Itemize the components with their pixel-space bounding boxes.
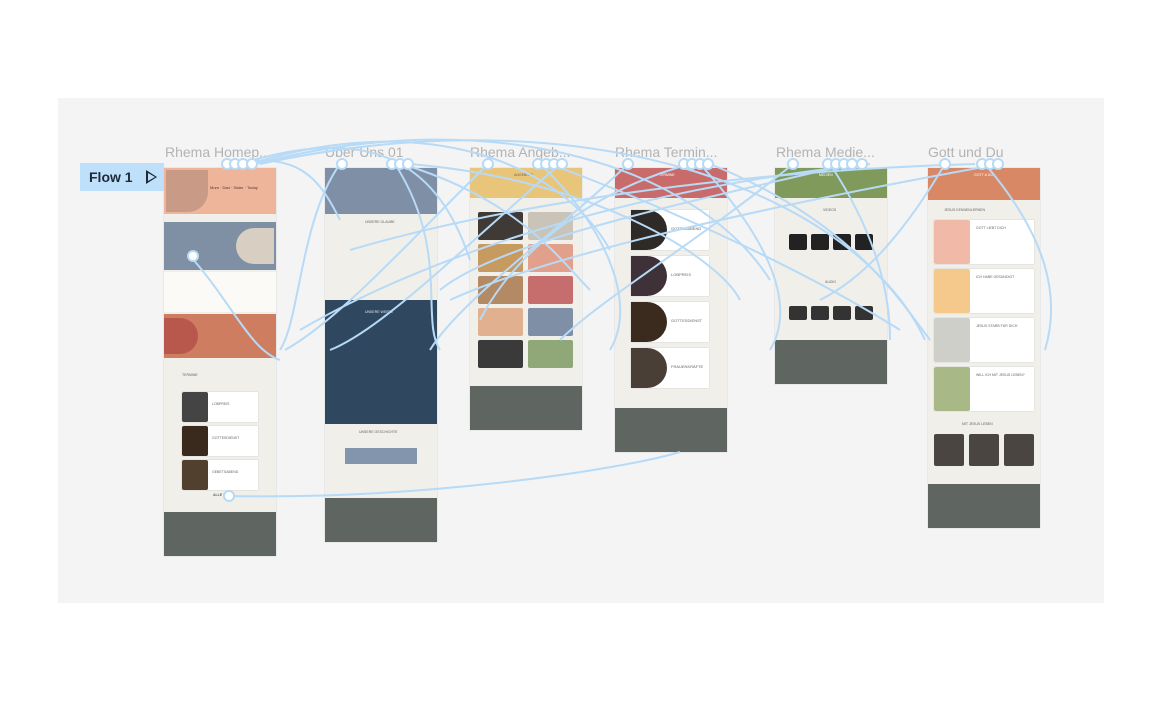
connection-wire — [984, 163, 1053, 351]
connection-wire — [239, 146, 471, 261]
connection-wire — [228, 451, 681, 498]
connection-wire — [479, 163, 691, 321]
prototype-connections — [187, 138, 1053, 502]
connection-wire — [709, 163, 931, 341]
connection-wire — [249, 140, 611, 251]
connection-wire — [279, 163, 341, 351]
connection-wire — [189, 255, 281, 361]
connection-wire — [229, 159, 341, 221]
connection-wire — [299, 163, 871, 331]
